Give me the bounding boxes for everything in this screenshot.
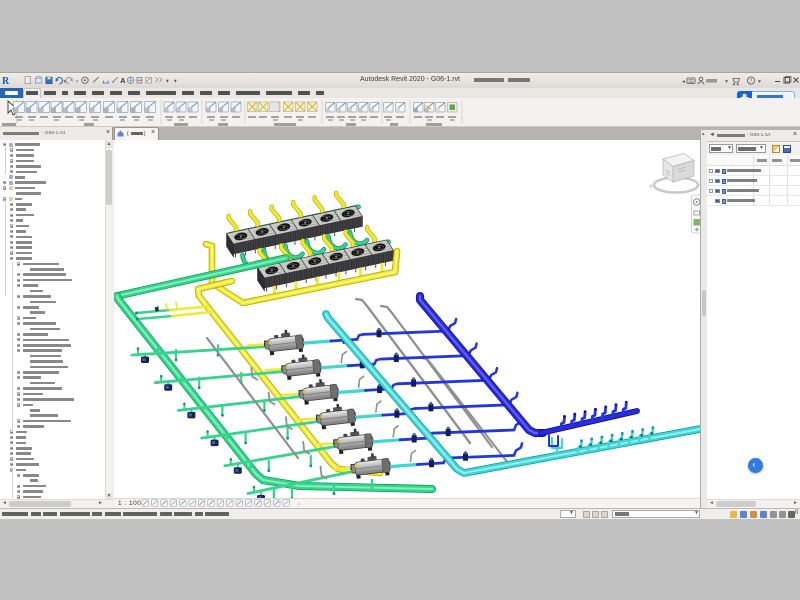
svg-text:?: ? — [749, 79, 752, 85]
svg-text:▼: ▼ — [757, 79, 762, 85]
svg-text:▼: ▼ — [724, 79, 729, 85]
svg-text:A: A — [120, 76, 125, 85]
svg-text:R: R — [2, 76, 10, 87]
svg-text:▼: ▼ — [165, 80, 170, 85]
svg-text:▼: ▼ — [173, 80, 178, 85]
svg-text:‹: ‹ — [298, 502, 300, 508]
svg-text:▼: ▼ — [75, 80, 80, 85]
svg-text:◄: ◄ — [681, 79, 686, 85]
